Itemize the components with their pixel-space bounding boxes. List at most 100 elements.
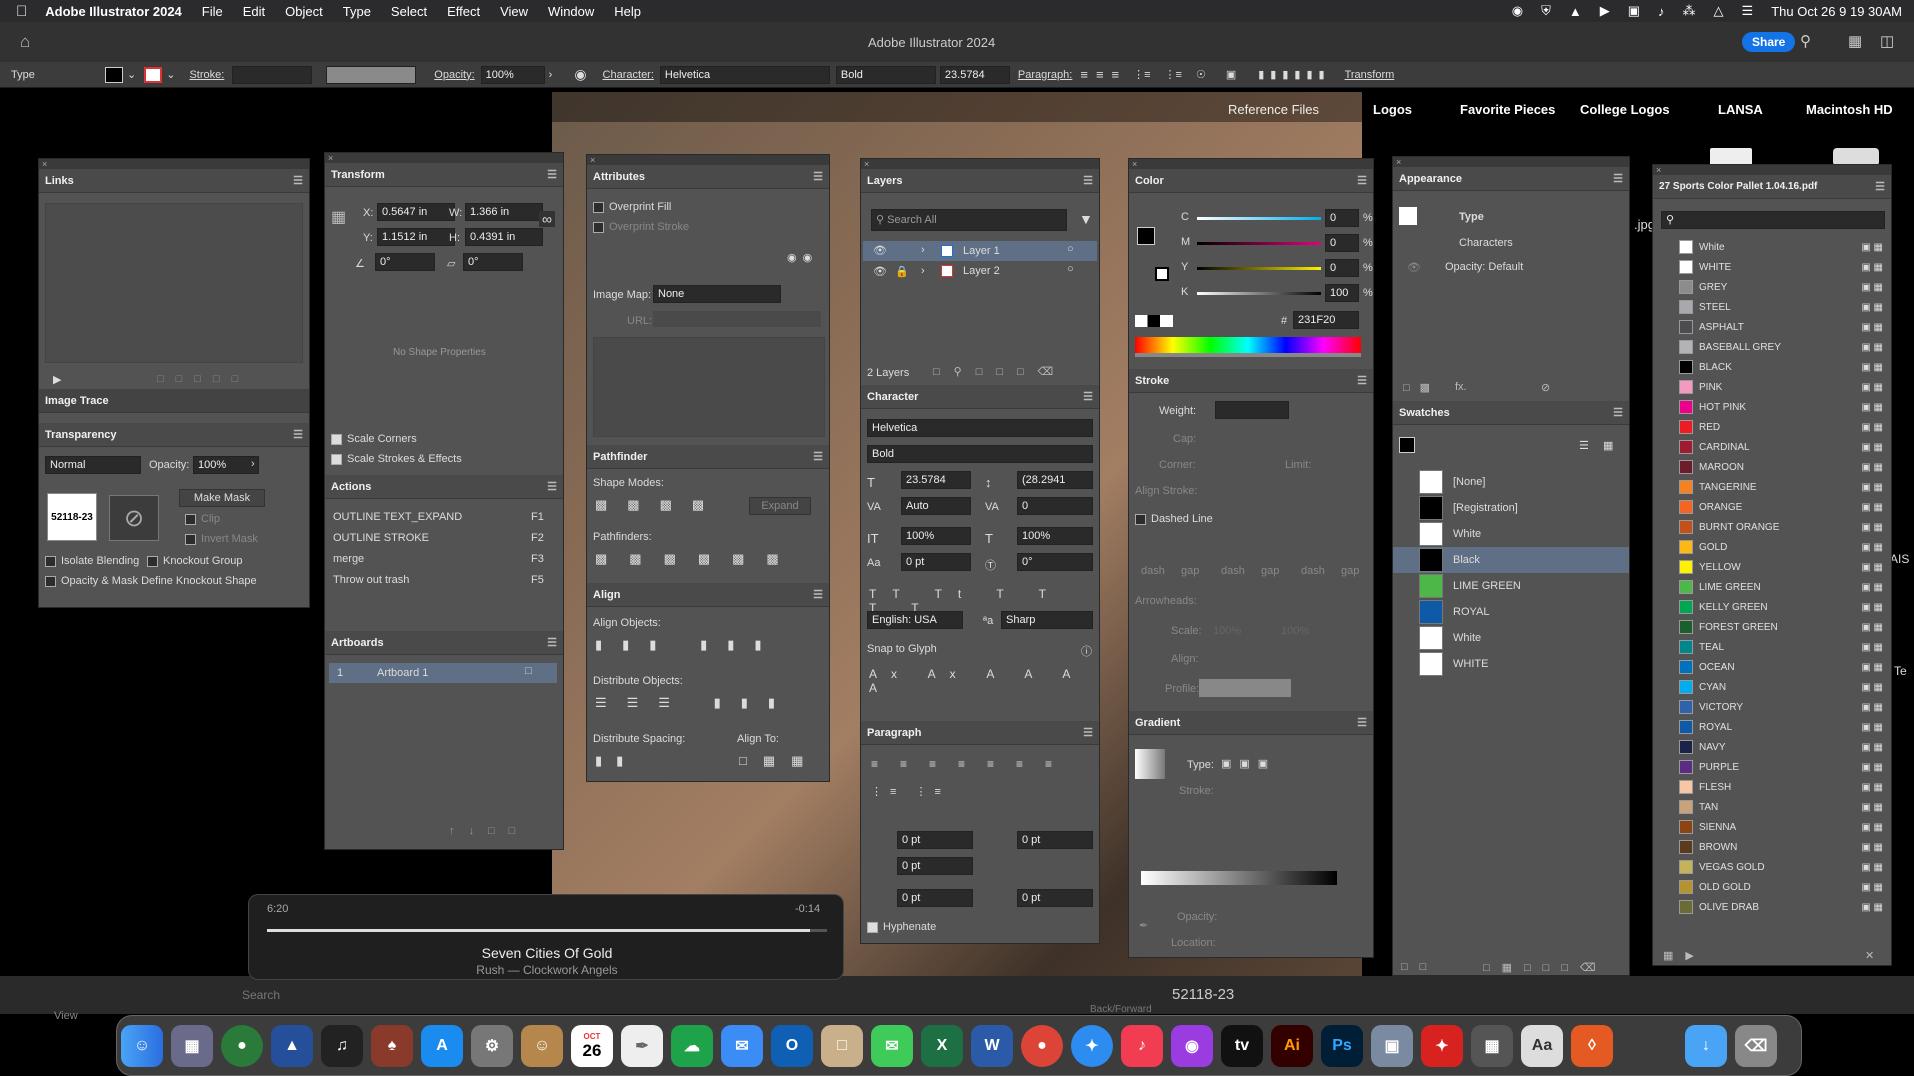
expand-chevron-icon[interactable]: › xyxy=(921,244,925,256)
rotate-field[interactable]: 0° xyxy=(375,253,435,271)
stroke-swatch[interactable] xyxy=(144,66,163,83)
no-mask-icon[interactable]: ⊘ xyxy=(109,495,159,541)
panel-menu-icon[interactable]: ☰ xyxy=(1083,390,1093,403)
paragraph-align-icons[interactable]: ≡≡≡≡≡≡≡ xyxy=(871,757,1074,771)
contacts-dock-icon[interactable]: ☺ xyxy=(521,1025,563,1067)
grid-view-icon[interactable]: ▦ xyxy=(1603,439,1613,452)
attributes-title[interactable]: Attributes xyxy=(593,171,645,183)
shape-mode-icons[interactable]: ▩▩▩▩ xyxy=(595,497,724,513)
left-indent-field[interactable]: 0 pt xyxy=(897,831,973,849)
library-swatch-row[interactable]: VICTORY ▣ ▦ xyxy=(1653,697,1891,717)
menu-edit[interactable]: Edit xyxy=(243,4,265,19)
stroke-label[interactable]: Stroke: xyxy=(189,69,224,81)
bluetooth-icon[interactable]: ⁂ xyxy=(1683,3,1696,19)
stroke-color-swatch[interactable] xyxy=(1155,267,1169,281)
target-icon[interactable]: ○ xyxy=(1067,263,1074,275)
search-icon[interactable]: ⚲ xyxy=(1800,32,1811,50)
menu-file[interactable]: File xyxy=(202,4,223,19)
library-swatch-row[interactable]: GREY ▣ ▦ xyxy=(1653,277,1891,297)
artboard-row[interactable] xyxy=(329,663,557,683)
library-swatch-row[interactable]: HOT PINK ▣ ▦ xyxy=(1653,397,1891,417)
visibility-eye-icon[interactable]: 👁 xyxy=(1407,261,1421,274)
k-slider[interactable] xyxy=(1197,292,1321,295)
library-swatch-row[interactable]: PINK ▣ ▦ xyxy=(1653,377,1891,397)
panel-menu-icon[interactable]: ☰ xyxy=(1083,726,1093,739)
language-select[interactable]: English: USA xyxy=(867,611,963,629)
stroke-title[interactable]: Stroke xyxy=(1135,375,1169,387)
visibility-eye-icon[interactable]: 👁 xyxy=(873,244,887,257)
align-to-icons[interactable]: □▦▦ xyxy=(739,753,819,769)
weight-field[interactable] xyxy=(1215,401,1289,419)
character-title[interactable]: Character xyxy=(867,391,918,403)
shear-field[interactable]: 0° xyxy=(463,253,523,271)
library-swatch-row[interactable]: CYAN ▣ ▦ xyxy=(1653,677,1891,697)
finder-dock-icon[interactable]: ☺ xyxy=(121,1025,163,1067)
appearance-characters[interactable]: Characters xyxy=(1459,237,1513,249)
swatch-row[interactable]: ROYAL xyxy=(1393,599,1629,625)
library-swatch-row[interactable]: STEEL ▣ ▦ xyxy=(1653,297,1891,317)
panel-close-icon[interactable]: × xyxy=(1653,165,1891,175)
bullets-icon[interactable]: ⋮≡ xyxy=(1133,68,1150,81)
reference-point-icon[interactable]: ▦ xyxy=(331,207,346,227)
links-title[interactable]: Links xyxy=(45,175,74,187)
folder-college-logos[interactable]: College Logos xyxy=(1580,102,1670,117)
panel-close-icon[interactable]: × xyxy=(861,159,1099,169)
transparency-opacity-arrow-icon[interactable]: › xyxy=(251,458,255,470)
panel-close-icon[interactable]: × xyxy=(587,155,829,165)
action-item[interactable]: OUTLINE TEXT_EXPAND xyxy=(333,511,462,523)
links-list[interactable] xyxy=(45,203,303,363)
library-swatch-row[interactable]: BROWN ▣ ▦ xyxy=(1653,837,1891,857)
downloads-dock-icon[interactable]: ↓ xyxy=(1685,1025,1727,1067)
folder-favorite-pieces[interactable]: Favorite Pieces xyxy=(1460,102,1555,117)
isolate-blending-checkbox[interactable]: Isolate Blending xyxy=(45,555,139,567)
library-swatch-row[interactable]: WHITE ▣ ▦ xyxy=(1653,257,1891,277)
swatch-row[interactable]: White xyxy=(1393,521,1629,547)
links-expand-icon[interactable]: ▶ xyxy=(53,373,61,386)
image-trace-tab[interactable]: Image Trace xyxy=(39,389,309,413)
panel-menu-icon[interactable]: ☰ xyxy=(547,168,557,181)
globe-icon[interactable]: ☉ xyxy=(1196,68,1206,81)
app-dock-icon[interactable]: ♫ xyxy=(321,1025,363,1067)
character-style-field[interactable]: Bold xyxy=(867,445,1093,463)
blend-mode-select[interactable]: Normal xyxy=(45,456,141,474)
character-label[interactable]: Character: xyxy=(603,69,654,81)
swatches-fill-stroke[interactable] xyxy=(1399,437,1415,453)
swatch-row[interactable]: WHITE xyxy=(1393,651,1629,677)
panel-menu-icon[interactable]: ☰ xyxy=(1357,374,1367,387)
scale-corners-checkbox[interactable]: Scale Corners xyxy=(331,433,417,445)
transparency-thumbnail[interactable]: 52118-23 xyxy=(47,493,97,541)
paragraph-title[interactable]: Paragraph xyxy=(867,727,921,739)
invert-mask-checkbox[interactable]: Invert Mask xyxy=(185,533,258,545)
define-knockout-checkbox[interactable]: Opacity & Mask Define Knockout Shape xyxy=(45,575,257,587)
library-swatch-row[interactable]: CARDINAL ▣ ▦ xyxy=(1653,437,1891,457)
horizontal-scale-field[interactable]: 100% xyxy=(1017,527,1093,545)
char-rotation-field[interactable]: 0° xyxy=(1017,553,1093,571)
gradient-type-icons[interactable]: ▣▣▣ xyxy=(1221,757,1276,770)
space-after-field[interactable]: 0 pt xyxy=(1017,889,1093,907)
character-leading-field[interactable]: (28.2941 xyxy=(1017,471,1093,489)
actions-title[interactable]: Actions xyxy=(331,481,371,493)
cloud-dock-icon[interactable]: ☁ xyxy=(671,1025,713,1067)
filter-icon[interactable]: ▼ xyxy=(1079,211,1093,227)
music-dock-icon[interactable]: ♪ xyxy=(1121,1025,1163,1067)
library-swatch-row[interactable]: SIENNA ▣ ▦ xyxy=(1653,817,1891,837)
library-swatch-row[interactable]: ROYAL ▣ ▦ xyxy=(1653,717,1891,737)
c-slider[interactable] xyxy=(1197,217,1321,220)
overprint-stroke-checkbox[interactable]: Overprint Stroke xyxy=(593,221,689,233)
panel-menu-icon[interactable]: ☰ xyxy=(1357,716,1367,729)
swatch-row[interactable]: Black xyxy=(1393,547,1629,573)
anti-alias-select[interactable]: Sharp xyxy=(1001,611,1093,629)
scale-b-field[interactable]: 100% xyxy=(1281,625,1309,637)
arrange-documents-icon[interactable]: ▦ xyxy=(1848,32,1862,50)
library-swatch-row[interactable]: GOLD ▣ ▦ xyxy=(1653,537,1891,557)
folder-logos[interactable]: Logos xyxy=(1373,102,1412,117)
appearance-title[interactable]: Appearance xyxy=(1399,173,1462,185)
y-field[interactable]: 1.1512 in xyxy=(377,228,455,246)
c-field[interactable]: 0 xyxy=(1325,209,1359,227)
lock-icon[interactable]: 🔒 xyxy=(895,265,909,278)
hex-field[interactable]: 231F20 xyxy=(1293,311,1359,329)
library-swatch-row[interactable]: OCEAN ▣ ▦ xyxy=(1653,657,1891,677)
home-icon[interactable]: ⌂ xyxy=(20,32,30,52)
wifi-icon[interactable]: △ xyxy=(1714,3,1724,19)
swatch-row[interactable]: [Registration] xyxy=(1393,495,1629,521)
